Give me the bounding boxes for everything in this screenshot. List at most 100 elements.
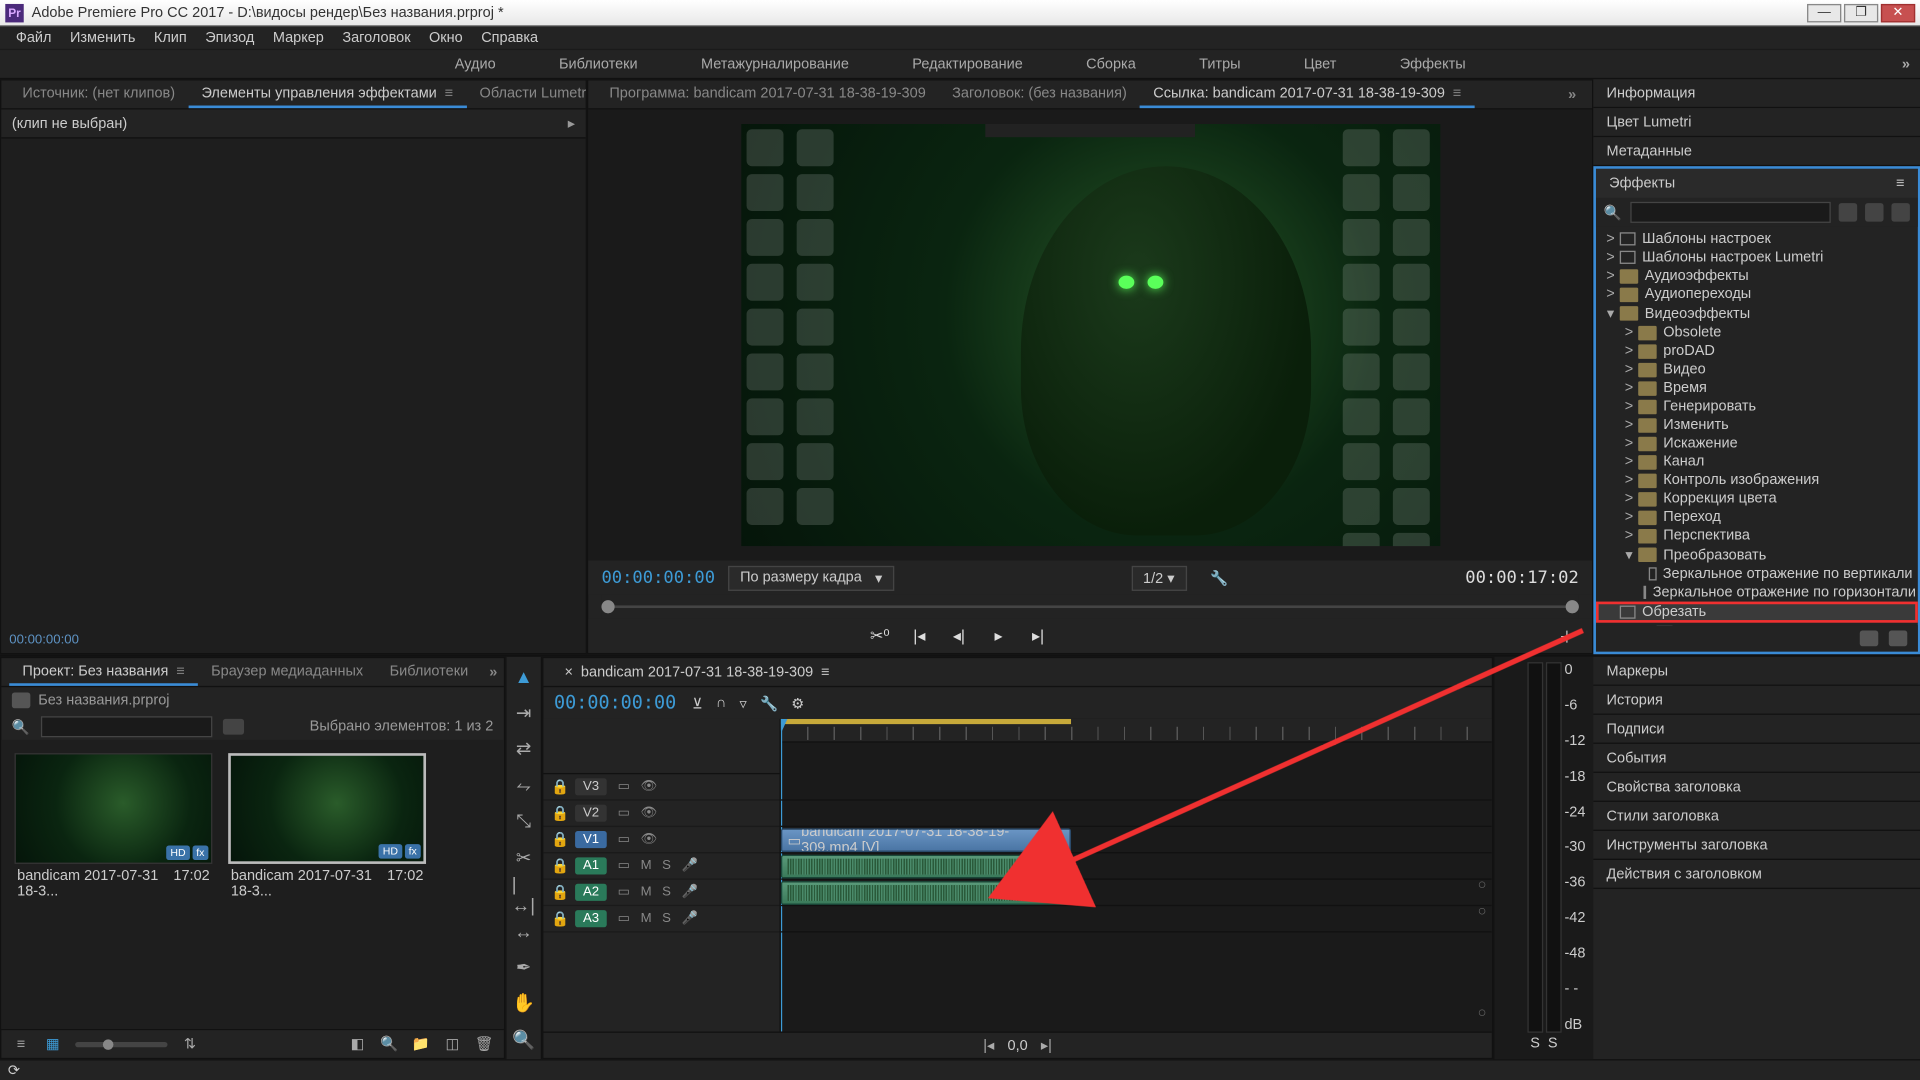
sequence-tab[interactable]: ×bandicam 2017-07-31 18-38-19-309≡ bbox=[554, 660, 840, 684]
tab-title-editor[interactable]: Заголовок: (без названия) bbox=[939, 81, 1140, 107]
tab-project[interactable]: Проект: Без названия≡ bbox=[9, 659, 198, 685]
effects-tree-folder[interactable]: >Время bbox=[1596, 379, 1918, 397]
tab-program[interactable]: Программа: bandicam 2017-07-31 18-38-19-… bbox=[596, 81, 939, 107]
zoom-tool-icon[interactable]: 🔍 bbox=[512, 1028, 536, 1051]
maximize-button[interactable]: ❐ bbox=[1844, 3, 1878, 21]
selection-tool-icon[interactable]: ▲ bbox=[512, 665, 536, 688]
tab-libraries[interactable]: Библиотеки bbox=[376, 659, 481, 685]
panel-menu-icon[interactable]: ≡ bbox=[1896, 175, 1904, 191]
panel-accordion-item[interactable]: Инструменты заголовка bbox=[1593, 831, 1920, 860]
panel-metadata[interactable]: Метаданные bbox=[1593, 137, 1920, 166]
close-button[interactable]: ✕ bbox=[1881, 3, 1915, 21]
workspace-titles[interactable]: Титры bbox=[1183, 52, 1256, 76]
tab-reference[interactable]: Ссылка: bandicam 2017-07-31 18-38-19-309… bbox=[1140, 81, 1475, 107]
track-header-a1[interactable]: 🔒A1▭MS🎤 bbox=[543, 853, 779, 879]
tab-lumetri-scopes[interactable]: Области Lumetri bbox=[466, 81, 602, 107]
play-icon[interactable]: ▸ bbox=[987, 624, 1011, 648]
workspace-audio[interactable]: Аудио bbox=[439, 52, 512, 76]
filter-bin-icon[interactable] bbox=[223, 719, 244, 735]
project-item[interactable]: HDfxbandicam 2017-07-31 18-3...17:02 bbox=[228, 753, 426, 903]
rate-stretch-icon[interactable]: ⤡ bbox=[512, 810, 536, 833]
panel-accordion-item[interactable]: События bbox=[1593, 744, 1920, 773]
effects-tree-folder[interactable]: >Искажение bbox=[1596, 434, 1918, 452]
effects-search-input[interactable] bbox=[1630, 202, 1830, 223]
effects-tree-folder[interactable]: >Канал bbox=[1596, 452, 1918, 470]
delete-icon[interactable] bbox=[1889, 630, 1907, 646]
effects-tree-effect[interactable]: Обрезать bbox=[1596, 601, 1918, 622]
solo-left[interactable]: S bbox=[1530, 1035, 1540, 1051]
effects-tree-effect[interactable]: Зеркальное отражение по горизонтали bbox=[1596, 583, 1918, 601]
menu-window[interactable]: Окно bbox=[421, 27, 471, 48]
effects-tree-folder[interactable]: >proDAD bbox=[1596, 342, 1918, 360]
menu-sequence[interactable]: Эпизод bbox=[197, 27, 262, 48]
find-icon[interactable]: 🔍 bbox=[380, 1035, 398, 1053]
effects-tree-folder[interactable]: >Видео bbox=[1596, 360, 1918, 378]
sort-icon[interactable]: ⇅ bbox=[181, 1035, 199, 1053]
workspace-libraries[interactable]: Библиотеки bbox=[543, 52, 653, 76]
thumbnail-size-slider[interactable] bbox=[75, 1041, 167, 1046]
track-header-v3[interactable]: 🔒V3▭👁 bbox=[543, 774, 779, 800]
panel-info[interactable]: Информация bbox=[1593, 79, 1920, 108]
new-bin-icon[interactable] bbox=[1860, 630, 1878, 646]
track-header-a3[interactable]: 🔒A3▭MS🎤 bbox=[543, 906, 779, 932]
workspace-assembly[interactable]: Сборка bbox=[1070, 52, 1151, 76]
workspace-color[interactable]: Цвет bbox=[1288, 52, 1352, 76]
clear-icon[interactable]: 🗑 bbox=[475, 1035, 493, 1053]
project-tabs-overflow[interactable]: » bbox=[481, 664, 505, 680]
program-timecode-in[interactable]: 00:00:00:00 bbox=[601, 568, 715, 588]
workspace-editing[interactable]: Редактирование bbox=[896, 52, 1038, 76]
program-monitor[interactable] bbox=[741, 124, 1440, 546]
effects-tree-folder[interactable]: >Контроль изображения bbox=[1596, 471, 1918, 489]
rolling-edit-icon[interactable]: ⥊ bbox=[512, 774, 536, 797]
track-header-v1[interactable]: 🔒V1▭👁 bbox=[543, 827, 779, 853]
effects-tree-folder[interactable]: >Аудиоэффекты bbox=[1596, 266, 1918, 284]
panel-accordion-item[interactable]: История bbox=[1593, 686, 1920, 715]
panel-lumetri-color[interactable]: Цвет Lumetri bbox=[1593, 108, 1920, 137]
effects-tree-folder[interactable]: ▾Видеоэффекты bbox=[1596, 303, 1918, 323]
ripple-edit-icon[interactable]: ⇄ bbox=[512, 737, 536, 760]
tab-effect-controls[interactable]: Элементы управления эффектами≡ bbox=[188, 81, 466, 107]
track-select-forward-icon[interactable]: ⇥ bbox=[512, 701, 536, 724]
effects-tree-folder[interactable]: >Коррекция цвета bbox=[1596, 489, 1918, 507]
settings-icon[interactable]: 🔧 bbox=[1210, 569, 1228, 586]
effects-tree-folder[interactable]: >Генерировать bbox=[1596, 397, 1918, 415]
hand-tool-icon[interactable]: ✋ bbox=[512, 992, 536, 1015]
step-back-icon[interactable]: ◂| bbox=[947, 624, 971, 648]
add-button-icon[interactable]: ＋ bbox=[1555, 624, 1579, 648]
minimize-button[interactable]: — bbox=[1807, 3, 1841, 21]
effects-tree-folder[interactable]: >Переход bbox=[1596, 508, 1918, 526]
pen-tool-icon[interactable]: ✒ bbox=[512, 956, 536, 979]
go-to-next-icon[interactable]: ▸| bbox=[1041, 1037, 1052, 1054]
zoom-level[interactable]: 0,0 bbox=[1008, 1037, 1028, 1053]
zoom-fit-dropdown[interactable]: По размеру кадра▾ bbox=[728, 565, 894, 590]
menu-help[interactable]: Справка bbox=[473, 27, 546, 48]
wrench-icon[interactable]: ⚙ bbox=[791, 694, 804, 711]
auto-match-icon[interactable]: ◧ bbox=[348, 1035, 366, 1053]
program-timecode-out[interactable]: 00:00:17:02 bbox=[1465, 568, 1579, 588]
timeline-tracks[interactable]: ▭ bandicam 2017-07-31 18-38-19-309.mp4 [… bbox=[781, 719, 1492, 1032]
slide-tool-icon[interactable]: ↔ bbox=[512, 919, 536, 942]
panel-accordion-item[interactable]: Действия с заголовком bbox=[1593, 860, 1920, 889]
workspace-effects[interactable]: Эффекты bbox=[1384, 52, 1482, 76]
razor-tool-icon[interactable]: ✂ bbox=[512, 846, 536, 869]
tab-source[interactable]: Источник: (нет клипов) bbox=[9, 81, 188, 107]
panel-accordion-item[interactable]: Свойства заголовка bbox=[1593, 773, 1920, 802]
step-forward-icon[interactable]: ▸| bbox=[1026, 624, 1050, 648]
effects-tree-preset[interactable]: >Шаблоны настроек Lumetri bbox=[1596, 248, 1918, 266]
linked-selection-icon[interactable]: ∩ bbox=[716, 694, 726, 711]
filter-accelerated-icon[interactable] bbox=[1838, 203, 1857, 221]
effects-tree-effect[interactable]: Зеркальное отражение по вертикали bbox=[1596, 565, 1918, 583]
snap-icon[interactable]: ⊻ bbox=[692, 694, 703, 711]
solo-right[interactable]: S bbox=[1548, 1035, 1558, 1051]
tab-media-browser[interactable]: Браузер медиаданных bbox=[198, 659, 376, 685]
chevron-right-icon[interactable]: ▸ bbox=[568, 115, 575, 132]
mark-in-icon[interactable]: ✂⁰ bbox=[868, 624, 892, 648]
filter-32bit-icon[interactable] bbox=[1865, 203, 1884, 221]
effects-tree-folder[interactable]: >Obsolete bbox=[1596, 323, 1918, 341]
project-search-input[interactable] bbox=[40, 716, 211, 737]
menu-marker[interactable]: Маркер bbox=[265, 27, 332, 48]
timeline-settings-icon[interactable]: 🔧 bbox=[760, 694, 778, 711]
list-view-icon[interactable]: ≡ bbox=[12, 1035, 30, 1053]
track-header-a2[interactable]: 🔒A2▭MS🎤 bbox=[543, 880, 779, 906]
menu-edit[interactable]: Изменить bbox=[62, 27, 143, 48]
